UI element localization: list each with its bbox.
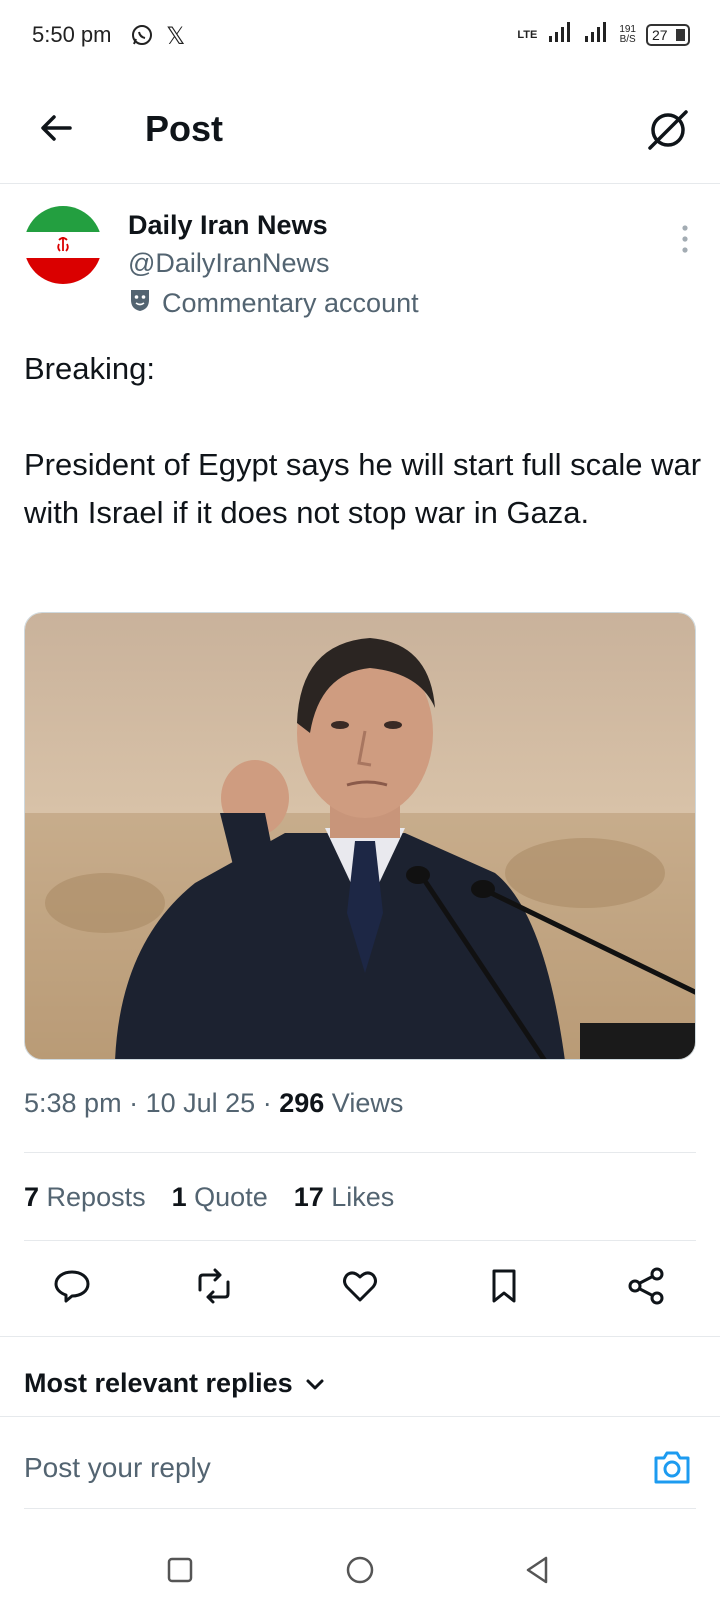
post-image[interactable] <box>24 612 696 1060</box>
x-app-icon: 𝕏 <box>166 22 186 50</box>
views-count: 296 <box>279 1088 325 1118</box>
commentary-label: Commentary account <box>128 287 419 320</box>
divider <box>24 1508 696 1509</box>
bookmark-icon[interactable] <box>482 1264 526 1308</box>
signal-icon <box>547 22 573 47</box>
post-text: Breaking: President of Egypt says he wil… <box>24 351 702 530</box>
reposts-count: 7 <box>24 1182 40 1212</box>
quotes-count: 1 <box>171 1182 187 1212</box>
engagement-stats: 7 Reposts 1 Quote 17 Likes <box>24 1182 394 1213</box>
quotes-stat[interactable]: 1 Quote <box>172 1182 268 1213</box>
reply-input[interactable]: Post your reply <box>24 1452 211 1484</box>
meta-separator: · <box>262 1088 272 1118</box>
divider <box>24 1240 696 1241</box>
meta-separator: · <box>129 1088 139 1118</box>
action-bar <box>0 1264 720 1324</box>
post-time: 5:38 pm <box>24 1088 122 1118</box>
home-circle-icon[interactable] <box>342 1552 378 1588</box>
reposts-stat[interactable]: 7 Reposts <box>24 1182 146 1213</box>
network-type: LTE <box>517 28 538 41</box>
page-title: Post <box>145 108 224 149</box>
speed-unit: B/S <box>619 33 636 45</box>
likes-label: Likes <box>331 1182 395 1212</box>
replies-sort-dropdown[interactable]: Most relevant replies <box>24 1368 325 1399</box>
top-app-bar: Post <box>0 84 720 184</box>
likes-count: 17 <box>293 1182 324 1212</box>
grok-icon[interactable] <box>642 104 694 156</box>
status-time: 5:50 pm <box>32 22 112 47</box>
post-date: 10 Jul 25 <box>145 1088 256 1118</box>
author-name[interactable]: Daily Iran News <box>128 210 328 241</box>
avatar[interactable] <box>24 206 102 284</box>
chevron-down-icon <box>305 1368 325 1399</box>
more-options-icon[interactable] <box>680 224 690 254</box>
back-triangle-icon[interactable] <box>520 1552 556 1588</box>
system-nav-bar <box>0 1540 720 1612</box>
network-speed: 191 B/S <box>619 24 636 45</box>
recents-square-icon[interactable] <box>162 1552 198 1588</box>
post-meta: 5:38 pm · 10 Jul 25 · 296 Views <box>24 1088 403 1119</box>
views-label: Views <box>331 1088 404 1118</box>
replies-sort-label: Most relevant replies <box>24 1368 293 1398</box>
reply-icon[interactable] <box>50 1264 94 1308</box>
battery-icon: 27 <box>646 23 690 46</box>
signal-icon-2 <box>583 22 609 47</box>
back-arrow-icon[interactable] <box>36 108 76 148</box>
account-label: Commentary account <box>162 288 419 318</box>
whatsapp-icon <box>130 23 154 52</box>
status-bar: 5:50 pm 𝕏 LTE 191 B/S 27 <box>0 0 720 72</box>
like-heart-icon[interactable] <box>338 1264 382 1308</box>
battery-level: 27 <box>652 26 668 43</box>
theater-mask-icon <box>128 287 152 320</box>
divider <box>24 1152 696 1153</box>
iran-flag-avatar <box>24 206 102 284</box>
author-handle[interactable]: @DailyIranNews <box>128 248 329 279</box>
repost-icon[interactable] <box>192 1264 236 1308</box>
likes-stat[interactable]: 17 Likes <box>294 1182 395 1213</box>
divider <box>0 1416 720 1417</box>
divider <box>0 1336 720 1337</box>
camera-icon[interactable] <box>650 1446 694 1490</box>
share-icon[interactable] <box>624 1264 668 1308</box>
speaker-photo <box>25 613 695 1059</box>
reposts-label: Reposts <box>46 1182 146 1212</box>
quotes-label: Quote <box>194 1182 268 1212</box>
status-indicators: LTE 191 B/S 27 <box>517 22 690 47</box>
